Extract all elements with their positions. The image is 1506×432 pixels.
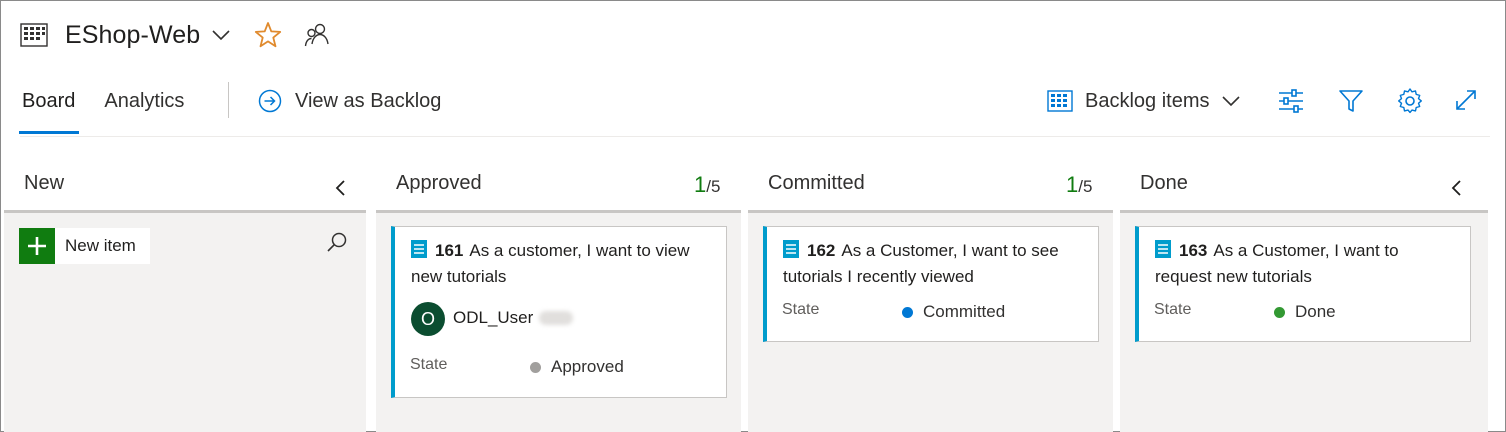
backlog-grid-icon [1047,90,1073,112]
state-label: State [410,356,448,373]
filter-icon[interactable] [1338,88,1364,119]
state-dot [1274,306,1285,318]
state-value[interactable]: Done [1274,302,1336,322]
new-item-label: New item [65,236,136,255]
avatar: O [411,302,445,336]
view-as-backlog-button[interactable]: View as Backlog [258,89,441,113]
tab-board[interactable]: Board [22,82,75,134]
card-title: 162 As a Customer, I want to see tutorial… [783,239,1059,289]
work-item-card[interactable]: 163 As a Customer, I want to request new … [1135,226,1471,342]
plus-icon [19,228,55,264]
team-members-icon[interactable] [304,22,330,48]
work-item-title-cont[interactable]: new tutorials [411,267,506,286]
column-header-committed: Committed [768,172,865,194]
column-header-done: Done [1140,172,1188,194]
work-item-card[interactable]: 162 As a Customer, I want to see tutorial… [763,226,1099,342]
work-item-title[interactable]: As a customer, I want to view [469,241,689,260]
column-wip-count: 1/5 [694,172,721,197]
work-item-id[interactable]: 161 [435,241,463,260]
star-icon[interactable] [254,21,282,49]
work-item-icon [783,240,799,265]
active-tab-indicator [19,131,79,134]
work-item-title[interactable]: As a Customer, I want to [1213,241,1398,260]
expand-icon[interactable] [1454,88,1478,117]
redacted-text [539,311,574,325]
page-header: EShop-Web [20,18,330,52]
work-item-title-cont[interactable]: request new tutorials [1155,267,1312,286]
search-icon[interactable] [326,231,348,258]
arrow-circle-right-icon [258,89,282,113]
header-divider [20,136,1490,137]
tab-separator [228,82,229,118]
work-item-icon [1155,240,1171,265]
backlog-level-dropdown[interactable]: Backlog items [1047,90,1240,113]
state-value[interactable]: Approved [530,357,624,377]
card-title: 161 As a customer, I want to view new tut… [411,239,690,289]
work-item-id[interactable]: 163 [1179,241,1207,260]
state-dot [902,306,913,318]
view-tabs: Board Analytics [22,82,184,136]
tab-analytics[interactable]: Analytics [104,82,184,134]
new-item-button[interactable]: New item [19,228,150,264]
state-value[interactable]: Committed [902,302,1005,322]
work-item-icon [411,240,427,265]
gear-icon[interactable] [1397,88,1423,119]
collapse-chevron-icon[interactable] [334,179,346,202]
assignee-name[interactable]: ODL_User [453,308,574,328]
work-item-title-cont[interactable]: tutorials I recently viewed [783,267,974,286]
chevron-down-icon[interactable] [212,29,230,41]
state-dot [530,361,541,373]
settings-sliders-icon[interactable] [1277,88,1305,119]
column-header-new: New [24,172,65,194]
card-title: 163 As a Customer, I want to request new … [1155,239,1399,289]
work-item-title[interactable]: As a Customer, I want to see [841,241,1058,260]
view-as-backlog-label: View as Backlog [295,89,442,112]
column-wip-count: 1/5 [1066,172,1093,197]
work-item-id[interactable]: 162 [807,241,835,260]
column-header-approved: Approved [396,172,482,194]
backlog-level-area: Backlog items [1047,86,1240,116]
state-label: State [1154,301,1192,318]
collapse-chevron-icon[interactable] [1450,179,1462,202]
state-label: State [782,301,820,318]
work-item-card[interactable]: 161 As a customer, I want to view new tut… [391,226,727,398]
chevron-down-icon [1221,90,1240,113]
project-title[interactable]: EShop-Web [65,21,200,50]
backlog-level-label: Backlog items [1085,89,1210,112]
board-icon [20,23,48,47]
